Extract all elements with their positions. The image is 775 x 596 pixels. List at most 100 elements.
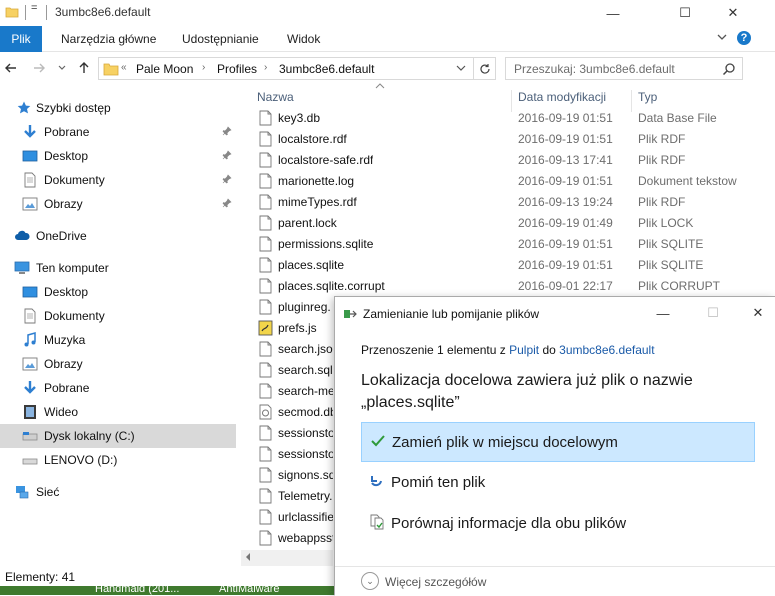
quick-access-dropdown[interactable]: = xyxy=(31,2,37,14)
maximize-button[interactable]: ☐ xyxy=(662,0,708,26)
dialog-close-button[interactable]: ✕ xyxy=(743,301,773,325)
file-row[interactable]: localstore.rdf 2016-09-19 01:51 Plik RDF xyxy=(254,129,774,150)
file-row[interactable]: key3.db 2016-09-19 01:51 Data Base File xyxy=(254,108,774,129)
column-header-name[interactable]: Nazwa xyxy=(257,90,294,104)
drive-icon xyxy=(22,432,38,441)
horizontal-scrollbar[interactable] xyxy=(241,550,333,566)
refresh-button[interactable] xyxy=(473,58,495,79)
dialog-footer: ⌄ Więcej szczegółów xyxy=(335,566,775,596)
taskbar-item[interactable]: Handmaid (201... xyxy=(95,586,179,595)
address-bar[interactable]: « Pale Moon › Profiles › 3umbc8e6.defaul… xyxy=(98,57,496,80)
arrow-right-icon xyxy=(34,63,45,73)
sort-ascending-icon xyxy=(375,83,385,89)
file-icon xyxy=(259,194,272,210)
file-row[interactable]: places.sqlite 2016-09-19 01:51 Plik SQLITE xyxy=(254,255,774,276)
pin-icon[interactable] xyxy=(222,174,232,184)
back-button[interactable] xyxy=(1,58,21,78)
compare-files-option[interactable]: Porównaj informacje dla obu plików xyxy=(361,504,755,544)
nav-item-video[interactable]: Wideo xyxy=(0,400,236,424)
search-box[interactable]: Przeszukaj: 3umbc8e6.default xyxy=(505,57,743,80)
nav-item-downloads[interactable]: Pobrane xyxy=(0,120,236,144)
nav-item-lenovo-drive[interactable]: LENOVO (D:) xyxy=(0,448,236,472)
scroll-left-icon[interactable] xyxy=(243,552,253,562)
file-type: Plik SQLITE xyxy=(638,237,704,251)
pin-icon[interactable] xyxy=(222,126,232,136)
chevron-right-icon[interactable]: › xyxy=(264,62,267,73)
file-row[interactable]: parent.lock 2016-09-19 01:49 Plik LOCK xyxy=(254,213,774,234)
breadcrumb-current-folder[interactable]: 3umbc8e6.default xyxy=(279,62,374,76)
file-name: key3.db xyxy=(278,111,321,125)
up-button[interactable] xyxy=(74,58,94,78)
file-row[interactable]: places.sqlite.corrupt 2016-09-01 22:17 Pli… xyxy=(254,276,774,297)
nav-item-pc-pictures[interactable]: Obrazy xyxy=(0,352,236,376)
nav-item-local-disk[interactable]: Dysk lokalny (C:) xyxy=(0,424,236,448)
tab-home[interactable]: Narzędzia główne xyxy=(61,26,156,52)
nav-item-this-pc[interactable]: Ten komputer xyxy=(0,256,236,280)
nav-item-pc-downloads[interactable]: Pobrane xyxy=(0,376,236,400)
pin-icon[interactable] xyxy=(222,150,232,160)
nav-item-label: Muzyka xyxy=(44,333,86,347)
skip-file-option[interactable]: Pomiń ten plik xyxy=(361,463,755,503)
desktop-icon xyxy=(22,150,38,162)
file-name: places.sqlite.corrupt xyxy=(278,279,385,293)
chevron-down-icon[interactable] xyxy=(716,31,728,43)
file-type: Plik SQLITE xyxy=(638,258,704,272)
help-button[interactable]: ? xyxy=(737,31,751,45)
title-bar: = 3umbc8e6.default — ☐ ✕ xyxy=(0,0,775,26)
file-row[interactable]: marionette.log 2016-09-19 01:51 Dokument t… xyxy=(254,171,774,192)
breadcrumb-profiles[interactable]: Profiles xyxy=(217,62,257,76)
nav-item-documents[interactable]: Dokumenty xyxy=(0,168,236,192)
pin-icon[interactable] xyxy=(222,198,232,208)
recent-locations-button[interactable] xyxy=(52,58,72,78)
file-row[interactable]: mimeTypes.rdf 2016-09-13 19:24 Plik RDF xyxy=(254,192,774,213)
nav-item-onedrive[interactable]: OneDrive xyxy=(0,224,236,248)
column-header-date[interactable]: Data modyfikacji xyxy=(518,90,606,104)
file-row[interactable]: permissions.sqlite 2016-09-19 01:51 Plik S… xyxy=(254,234,774,255)
file-row[interactable]: localstore-safe.rdf 2016-09-13 17:41 Plik … xyxy=(254,150,774,171)
nav-item-pc-desktop[interactable]: Desktop xyxy=(0,280,236,304)
download-arrow-icon xyxy=(24,125,36,138)
nav-item-pc-documents[interactable]: Dokumenty xyxy=(0,304,236,328)
file-icon xyxy=(259,215,272,231)
download-arrow-icon xyxy=(24,381,36,394)
star-icon xyxy=(17,101,31,114)
nav-item-label: Szybki dostęp xyxy=(36,101,111,115)
chevron-down-icon[interactable] xyxy=(455,61,467,75)
expand-details-button[interactable]: ⌄ xyxy=(361,572,379,590)
column-header-type[interactable]: Typ xyxy=(638,90,657,104)
breadcrumb-pale-moon[interactable]: Pale Moon xyxy=(136,62,193,76)
more-details-label[interactable]: Więcej szczegółów xyxy=(385,575,486,589)
source-folder-link[interactable]: Pulpit xyxy=(509,343,539,357)
nav-item-network[interactable]: Sieć xyxy=(0,480,236,504)
minimize-button[interactable]: — xyxy=(590,0,636,26)
separator xyxy=(46,5,47,20)
taskbar-item[interactable]: AntiMalware xyxy=(219,586,280,595)
file-name: localstore.rdf xyxy=(278,132,347,146)
destination-folder-link[interactable]: 3umbc8e6.default xyxy=(559,343,654,357)
file-date: 2016-09-19 01:51 xyxy=(518,237,613,251)
close-button[interactable]: ✕ xyxy=(710,0,756,26)
file-name: urlclassifie xyxy=(278,510,333,524)
nav-item-quick-access[interactable]: Szybki dostęp xyxy=(0,96,236,120)
tab-file[interactable]: Plik xyxy=(0,26,42,52)
file-name: search-me xyxy=(278,384,333,398)
item-count: Elementy: 41 xyxy=(5,570,76,584)
forward-button[interactable] xyxy=(29,58,49,78)
search-icon[interactable] xyxy=(722,62,736,76)
chevron-right-icon[interactable]: › xyxy=(202,62,205,73)
file-icon xyxy=(259,488,272,504)
option-label: Porównaj informacje dla obu plików xyxy=(391,515,627,532)
tab-view[interactable]: Widok xyxy=(287,26,320,52)
replace-file-option[interactable]: Zamień plik w miejscu docelowym xyxy=(361,422,755,462)
nav-item-pictures[interactable]: Obrazy xyxy=(0,192,236,216)
nav-item-desktop[interactable]: Desktop xyxy=(0,144,236,168)
file-name: pluginreg. xyxy=(278,300,331,314)
window-title: 3umbc8e6.default xyxy=(55,5,151,19)
tab-share[interactable]: Udostępnianie xyxy=(182,26,259,52)
breadcrumb-overflow[interactable]: « xyxy=(121,62,127,73)
file-type: Plik RDF xyxy=(638,195,686,209)
nav-item-music[interactable]: Muzyka xyxy=(0,328,236,352)
search-input[interactable]: Przeszukaj: 3umbc8e6.default xyxy=(514,62,675,76)
network-icon xyxy=(16,486,29,499)
dialog-minimize-button[interactable]: — xyxy=(648,301,678,325)
